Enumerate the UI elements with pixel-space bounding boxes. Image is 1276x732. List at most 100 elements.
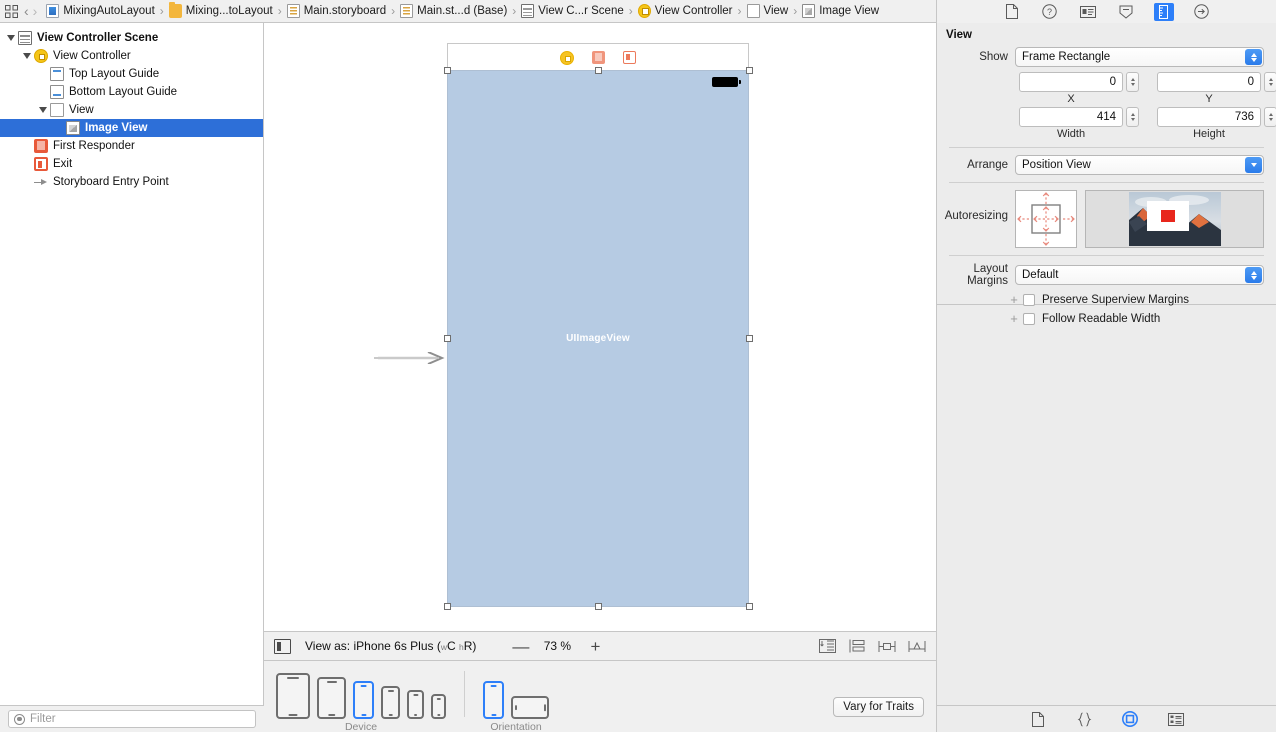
view-controller-dock-icon[interactable] bbox=[560, 51, 574, 65]
outline-row-storyboard-entry-point[interactable]: Storyboard Entry Point bbox=[0, 173, 263, 191]
first-responder-dock-icon[interactable] bbox=[592, 51, 605, 64]
breadcrumb-separator: › bbox=[387, 4, 399, 18]
y-input[interactable]: 0 bbox=[1157, 72, 1261, 92]
resize-handle-middle-left[interactable] bbox=[444, 335, 451, 342]
connections-inspector-icon[interactable] bbox=[1192, 3, 1212, 21]
document-outline-toggle-icon[interactable] bbox=[274, 639, 291, 654]
breadcrumb-item-view[interactable]: View bbox=[746, 4, 790, 18]
object-library-icon[interactable] bbox=[1120, 710, 1140, 728]
scene-icon bbox=[18, 31, 32, 45]
zoom-level-label: 73 % bbox=[540, 639, 574, 653]
orientation-landscape[interactable] bbox=[511, 696, 549, 719]
breadcrumb-item-storyboard[interactable]: Main.storyboard bbox=[286, 4, 387, 18]
media-library-icon[interactable] bbox=[1166, 710, 1186, 728]
resize-handle-bottom-center[interactable] bbox=[595, 603, 602, 610]
breadcrumb-item-project[interactable]: MixingAutoLayout bbox=[45, 4, 155, 18]
disclosure-triangle-icon[interactable] bbox=[4, 35, 18, 41]
align-icon[interactable] bbox=[878, 639, 896, 654]
device-ipad[interactable] bbox=[317, 677, 346, 719]
quick-help-inspector-icon[interactable]: ? bbox=[1040, 3, 1060, 21]
view-as-label[interactable]: View as: iPhone 6s Plus (wC hR) bbox=[305, 639, 476, 653]
breadcrumb-item-storyboard-base[interactable]: Main.st...d (Base) bbox=[399, 4, 508, 18]
orientation-portrait[interactable] bbox=[483, 681, 504, 719]
outline-row-first-responder[interactable]: First Responder bbox=[0, 137, 263, 155]
layout-margins-popup-button[interactable]: Default bbox=[1015, 265, 1264, 285]
library-tab-bar bbox=[937, 705, 1276, 732]
width-input[interactable]: 414 bbox=[1019, 107, 1123, 127]
x-stepper[interactable] bbox=[1126, 72, 1139, 92]
arrange-row: Arrange Position View bbox=[937, 155, 1276, 175]
width-stepper[interactable] bbox=[1126, 107, 1139, 127]
arrange-popup-button[interactable]: Position View bbox=[1015, 155, 1264, 175]
resize-handle-bottom-right[interactable] bbox=[746, 603, 753, 610]
entry-point-arrow-icon bbox=[34, 175, 48, 189]
show-value: Frame Rectangle bbox=[1022, 51, 1110, 63]
divider bbox=[949, 182, 1264, 183]
storyboard-canvas[interactable]: UIImageView bbox=[264, 23, 936, 631]
breadcrumb-item-image-view[interactable]: Image View bbox=[801, 4, 880, 18]
disclosure-triangle-icon[interactable] bbox=[36, 107, 50, 113]
outline-row-view-controller-scene[interactable]: View Controller Scene bbox=[0, 29, 263, 47]
related-items-icon[interactable] bbox=[0, 0, 22, 22]
resize-handle-top-left[interactable] bbox=[444, 67, 451, 74]
y-stepper[interactable] bbox=[1264, 72, 1276, 92]
zoom-in-button[interactable]: + bbox=[588, 638, 602, 655]
resize-handle-top-center[interactable] bbox=[595, 67, 602, 74]
view-controller-scene: UIImageView bbox=[447, 43, 751, 603]
navigate-back-icon[interactable]: ‹ bbox=[22, 4, 31, 18]
outline-row-label: First Responder bbox=[53, 140, 135, 152]
outline-row-exit[interactable]: Exit bbox=[0, 155, 263, 173]
file-template-library-icon[interactable] bbox=[1028, 710, 1048, 728]
device-iphone-4s[interactable] bbox=[431, 694, 446, 719]
size-inspector-icon[interactable] bbox=[1154, 3, 1174, 21]
breadcrumb-item-group[interactable]: Mixing...toLayout bbox=[168, 4, 274, 18]
height-input[interactable]: 736 bbox=[1157, 107, 1261, 127]
height-stepper[interactable] bbox=[1264, 107, 1276, 127]
outline-row-label: Exit bbox=[53, 158, 72, 170]
preserve-superview-margins-checkbox[interactable] bbox=[1023, 294, 1035, 306]
pin-icon[interactable] bbox=[908, 639, 926, 654]
breadcrumb-item-scene[interactable]: View C...r Scene bbox=[520, 4, 624, 18]
device-iphone-6s[interactable] bbox=[381, 686, 400, 719]
outline-row-view[interactable]: View bbox=[0, 101, 263, 119]
resize-handle-top-right[interactable] bbox=[746, 67, 753, 74]
zoom-out-button[interactable]: — bbox=[512, 638, 526, 655]
add-variation-icon[interactable]: + bbox=[1005, 311, 1023, 326]
navigate-forward-icon[interactable]: › bbox=[31, 4, 40, 18]
device-iphone-6s-plus[interactable] bbox=[353, 681, 374, 719]
vary-for-traits-button[interactable]: Vary for Traits bbox=[833, 697, 924, 717]
outline-row-view-controller[interactable]: View Controller bbox=[0, 47, 263, 65]
update-frames-icon[interactable] bbox=[818, 639, 836, 654]
exit-dock-icon[interactable] bbox=[623, 51, 636, 64]
project-icon bbox=[46, 4, 59, 18]
y-label: Y bbox=[1205, 93, 1212, 105]
device-ipad-pro[interactable] bbox=[276, 673, 310, 719]
y-field-group: 0 Y bbox=[1157, 72, 1276, 105]
filter-input[interactable]: Filter bbox=[8, 710, 256, 728]
outline-row-top-layout-guide[interactable]: Top Layout Guide bbox=[0, 65, 263, 83]
embed-in-icon[interactable] bbox=[848, 639, 866, 654]
device-group: Device bbox=[276, 669, 446, 732]
resize-handle-middle-right[interactable] bbox=[746, 335, 753, 342]
identity-inspector-icon[interactable] bbox=[1078, 3, 1098, 21]
resize-handle-bottom-left[interactable] bbox=[444, 603, 451, 610]
code-snippet-library-icon[interactable] bbox=[1074, 710, 1094, 728]
file-inspector-icon[interactable] bbox=[1002, 3, 1022, 21]
attributes-inspector-icon[interactable] bbox=[1116, 3, 1136, 21]
device-orientation-divider bbox=[464, 671, 465, 717]
device-iphone-se[interactable] bbox=[407, 690, 424, 719]
follow-readable-width-checkbox[interactable] bbox=[1023, 313, 1035, 325]
outline-row-bottom-layout-guide[interactable]: Bottom Layout Guide bbox=[0, 83, 263, 101]
show-popup-button[interactable]: Frame Rectangle bbox=[1015, 47, 1264, 67]
x-input[interactable]: 0 bbox=[1019, 72, 1123, 92]
disclosure-triangle-icon[interactable] bbox=[20, 53, 34, 59]
shield-slider-icon bbox=[1119, 5, 1133, 19]
add-variation-icon[interactable]: + bbox=[1005, 292, 1023, 307]
breadcrumb-separator: › bbox=[274, 4, 286, 18]
outline-row-image-view[interactable]: Image View bbox=[0, 119, 263, 137]
image-view-selected[interactable]: UIImageView bbox=[447, 70, 749, 607]
springs-and-struts-widget[interactable] bbox=[1015, 190, 1077, 248]
layout-margins-value: Default bbox=[1022, 269, 1058, 281]
breadcrumb-item-view-controller[interactable]: View Controller bbox=[637, 4, 734, 18]
view-controller-icon bbox=[638, 4, 651, 18]
